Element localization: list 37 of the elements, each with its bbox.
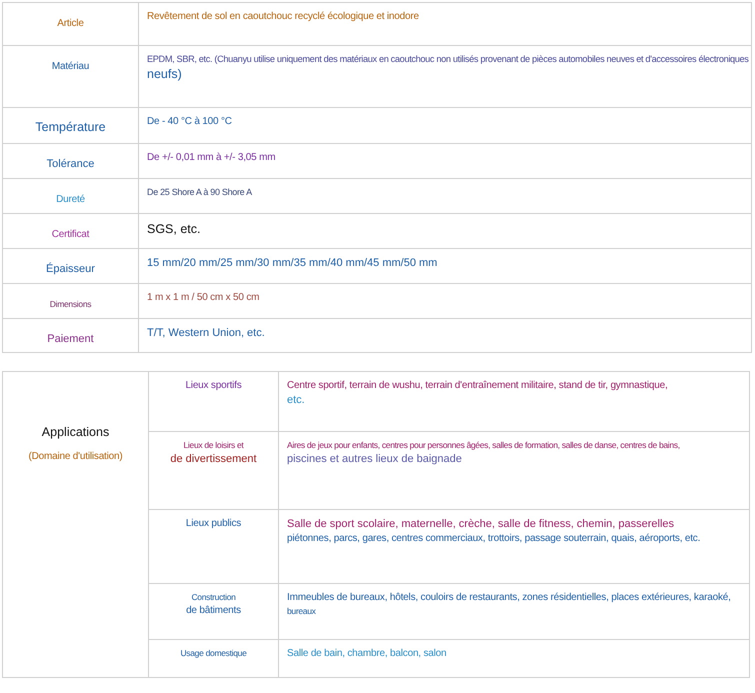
- spec-label: Article: [57, 18, 84, 29]
- spec-value: EPDM, SBR, etc. (Chuanyu utilise uniquement des matériaux en caoutchouc non utilisés provenant de pièces automobiles neuves et d'accessoires électroniques: [147, 54, 749, 64]
- spec-value: De +/- 0,01 mm à +/- 3,05 mm: [147, 152, 276, 163]
- application-value: Aires de jeux pour enfants, centres pour personnes âgées, salles de formation, salles de danse, centres de bains,: [287, 440, 680, 450]
- spec-label: Certificat: [52, 229, 90, 240]
- applications-title: Applications: [42, 425, 110, 439]
- spec-label: Tolérance: [46, 158, 94, 170]
- application-label: de divertissement: [170, 453, 257, 466]
- spec-label: Épaisseur: [46, 263, 95, 275]
- spec-label: Paiement: [47, 333, 94, 345]
- application-value: piétonnes, parcs, gares, centres commerciaux, trottoirs, passage souterrain, quais, aéroports, etc.: [287, 532, 700, 544]
- application-label: de bâtiments: [186, 604, 241, 616]
- spec-value: neufs): [147, 67, 182, 81]
- application-value: bureaux: [287, 606, 316, 616]
- application-label: Lieux publics: [186, 518, 242, 529]
- spec-label: Dimensions: [50, 299, 92, 309]
- application-value: Centre sportif, terrain de wushu, terrain d'entraînement militaire, stand de tir, gymnastique,: [287, 380, 668, 391]
- applications-subtitle: (Domaine d'utilisation): [28, 451, 123, 462]
- application-value: piscines et autres lieux de baignade: [287, 453, 462, 466]
- application-value: etc.: [287, 394, 305, 406]
- application-label: Construction: [191, 592, 236, 602]
- application-label: Usage domestique: [180, 648, 247, 658]
- application-value: Immeubles de bureaux, hôtels, couloirs de restaurants, zones résidentielles, places extérieures, karaoké,: [287, 592, 731, 603]
- spec-value: De - 40 °C à 100 °C: [147, 116, 232, 127]
- application-value: Salle de bain, chambre, balcon, salon: [287, 648, 446, 660]
- spec-value: 15 mm/20 mm/25 mm/30 mm/35 mm/40 mm/45 mm/50 mm: [147, 257, 438, 269]
- application-value: Salle de sport scolaire, maternelle, crèche, salle de fitness, chemin, passerelles: [287, 518, 674, 530]
- spec-value: T/T, Western Union, etc.: [147, 327, 265, 339]
- spec-label: Dureté: [56, 194, 85, 205]
- spec-label: Matériau: [52, 61, 90, 72]
- spec-value: SGS, etc.: [147, 222, 200, 236]
- spec-value: Revêtement de sol en caoutchouc recyclé écologique et inodore: [147, 11, 419, 22]
- application-label: Lieux de loisirs et: [184, 440, 244, 450]
- application-label: Lieux sportifs: [185, 380, 242, 391]
- spec-value: De 25 Shore A à 90 Shore A: [147, 187, 252, 197]
- spec-label: Température: [35, 120, 106, 134]
- spec-value: 1 m x 1 m / 50 cm x 50 cm: [147, 292, 260, 303]
